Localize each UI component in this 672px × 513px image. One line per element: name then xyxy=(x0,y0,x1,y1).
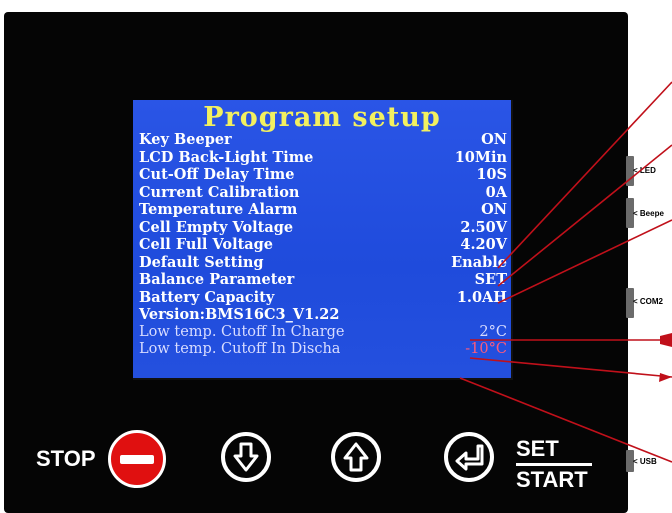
annotation-line xyxy=(497,219,672,304)
annotation-line xyxy=(497,81,672,269)
annotation-line xyxy=(497,144,672,287)
annotation-arrowhead xyxy=(659,373,672,382)
annotation-line xyxy=(459,377,672,463)
annotation-line xyxy=(469,357,672,378)
annotation-lines xyxy=(459,81,672,463)
annotation-arrowhead xyxy=(660,333,672,347)
